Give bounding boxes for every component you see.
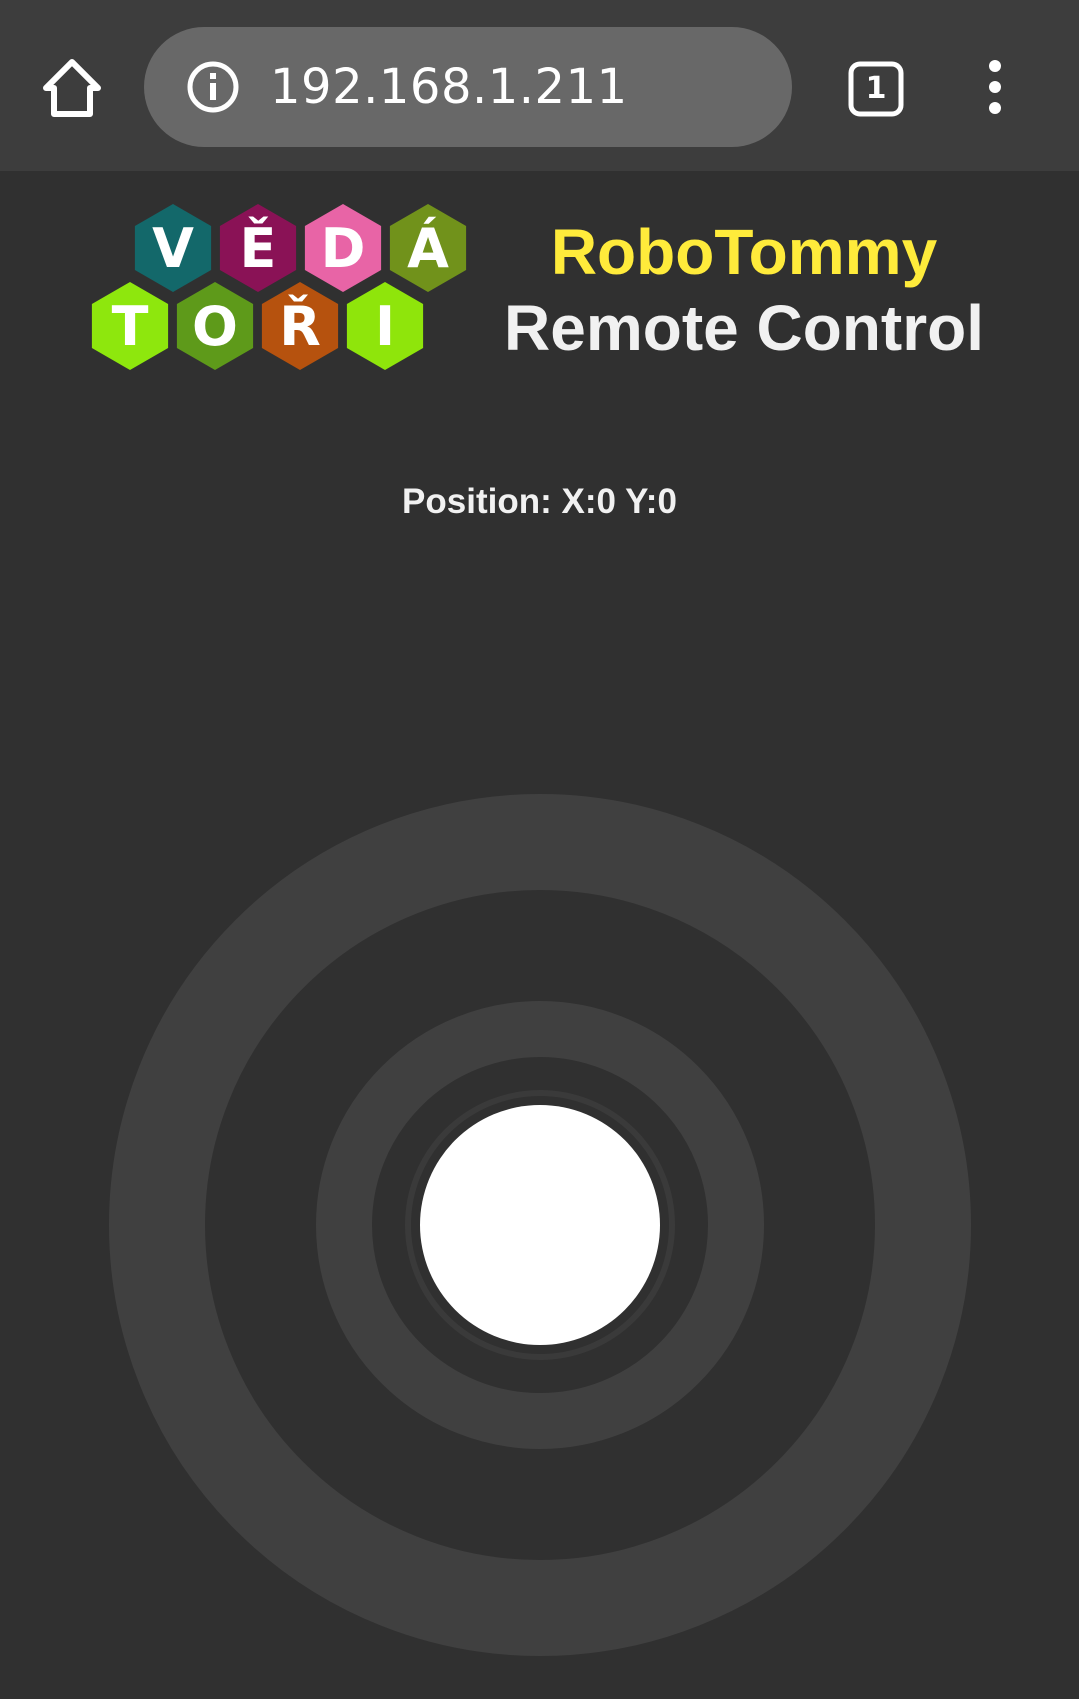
position-readout: Position: X:0 Y:0	[0, 478, 1079, 526]
position-y-value: 0	[657, 482, 677, 521]
logo-tile: T	[91, 282, 169, 370]
logo-tile: V	[134, 204, 212, 292]
logo-letter: O	[192, 295, 238, 358]
position-y-label: Y:	[625, 482, 658, 521]
joystick-knob[interactable]	[420, 1105, 660, 1345]
joystick[interactable]	[108, 793, 972, 1657]
logo-tile: Ě	[219, 204, 297, 292]
position-x-label: X:	[561, 482, 597, 521]
address-bar[interactable]: 192.168.1.211	[144, 27, 792, 147]
logo-tile: D	[304, 204, 382, 292]
home-icon	[43, 59, 101, 117]
logo-letter: Á	[407, 217, 449, 280]
logo-letter: D	[321, 217, 366, 280]
home-button[interactable]	[38, 54, 106, 122]
logo-tile: Ř	[261, 282, 339, 370]
browser-toolbar: 192.168.1.211 1	[0, 0, 1079, 171]
logo-letter: Ě	[240, 217, 277, 280]
logo-tile: Á	[389, 204, 467, 292]
info-icon[interactable]	[186, 60, 240, 114]
logo-letter: T	[112, 295, 149, 358]
page-subtitle: Remote Control	[504, 292, 984, 364]
position-x-value: 0	[596, 482, 616, 521]
vedatori-logo: V Ě D Á T O Ř I	[91, 204, 467, 370]
tab-switcher-button[interactable]: 1	[848, 61, 904, 117]
more-vert-icon	[989, 60, 1001, 114]
tab-count: 1	[865, 71, 887, 106]
logo-letter: Ř	[279, 295, 321, 358]
logo-tile: I	[346, 282, 424, 370]
logo-letter: V	[152, 217, 194, 280]
logo-tile: O	[176, 282, 254, 370]
more-menu-button[interactable]	[975, 58, 1015, 118]
logo-letter: I	[375, 295, 395, 358]
page-title: RoboTommy	[550, 216, 938, 288]
position-label: Position:	[402, 482, 552, 521]
url-text[interactable]: 192.168.1.211	[270, 55, 628, 119]
